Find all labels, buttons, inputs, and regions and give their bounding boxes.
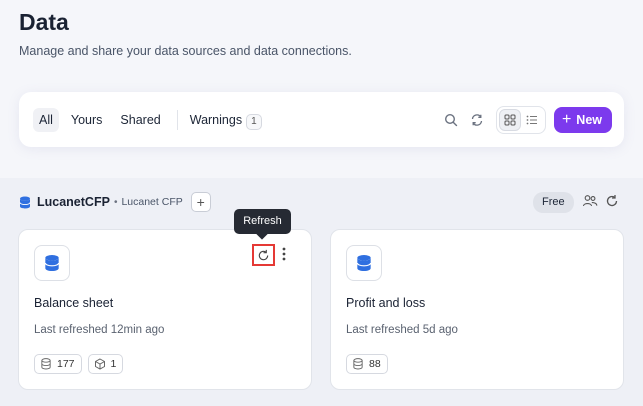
view-toggle [495, 105, 546, 134]
card-stats: 88 [346, 354, 394, 374]
database-stack-icon [353, 358, 363, 370]
warnings-count-badge: 1 [246, 113, 262, 130]
data-source-card[interactable]: Balance sheet Last refreshed 12min ago 1… [18, 229, 312, 390]
page-title: Data [19, 9, 69, 35]
card-title: Profit and loss [346, 296, 426, 310]
filter-tab-warnings[interactable]: Warnings 1 [184, 108, 268, 132]
refresh-all-icon[interactable] [605, 194, 619, 213]
records-chip: 88 [346, 354, 388, 374]
records-count: 177 [57, 358, 75, 370]
plan-badge: Free [533, 192, 574, 213]
models-chip: 1 [87, 354, 124, 374]
records-chip: 177 [34, 354, 82, 374]
records-count: 88 [369, 358, 381, 370]
models-count: 1 [110, 358, 117, 370]
section-connection-name: Lucanet CFP [121, 196, 183, 208]
list-view-icon[interactable] [521, 109, 543, 131]
card-stats: 177 1 [34, 354, 129, 374]
refresh-tooltip: Refresh [234, 209, 291, 234]
section-header: LucanetCFP • Lucanet CFP + [19, 192, 211, 212]
database-icon [19, 196, 31, 209]
database-icon [346, 245, 382, 281]
more-options-icon[interactable] [281, 246, 287, 267]
share-users-icon[interactable] [582, 194, 598, 213]
plus-icon: + [561, 110, 572, 128]
separator-dot: • [113, 196, 118, 208]
filter-toolbar: All Yours Shared Warnings 1 + New [19, 92, 624, 147]
search-icon[interactable] [438, 107, 464, 133]
refresh-icon [258, 249, 269, 260]
data-source-card[interactable]: Profit and loss Last refreshed 5d ago 88 [330, 229, 624, 390]
filter-tab-yours[interactable]: Yours [65, 108, 109, 132]
warnings-label: Warnings [189, 112, 243, 127]
sync-icon[interactable] [464, 107, 490, 133]
section-name: LucanetCFP [37, 195, 110, 209]
toolbar-divider [176, 109, 178, 130]
filter-tab-all[interactable]: All [33, 107, 59, 132]
cube-icon [94, 358, 105, 370]
card-title: Balance sheet [34, 296, 114, 310]
filter-tab-shared[interactable]: Shared [114, 108, 166, 132]
last-refreshed: Last refreshed 5d ago [346, 324, 458, 336]
database-icon [34, 245, 70, 281]
new-button-label: New [576, 112, 602, 127]
page-subtitle: Manage and share your data sources and d… [19, 44, 352, 58]
add-button[interactable]: + [190, 192, 211, 212]
new-button[interactable]: + New [553, 106, 612, 133]
grid-view-icon[interactable] [498, 108, 521, 131]
last-refreshed: Last refreshed 12min ago [34, 324, 165, 336]
refresh-button[interactable] [252, 244, 275, 266]
database-stack-icon [41, 358, 51, 370]
